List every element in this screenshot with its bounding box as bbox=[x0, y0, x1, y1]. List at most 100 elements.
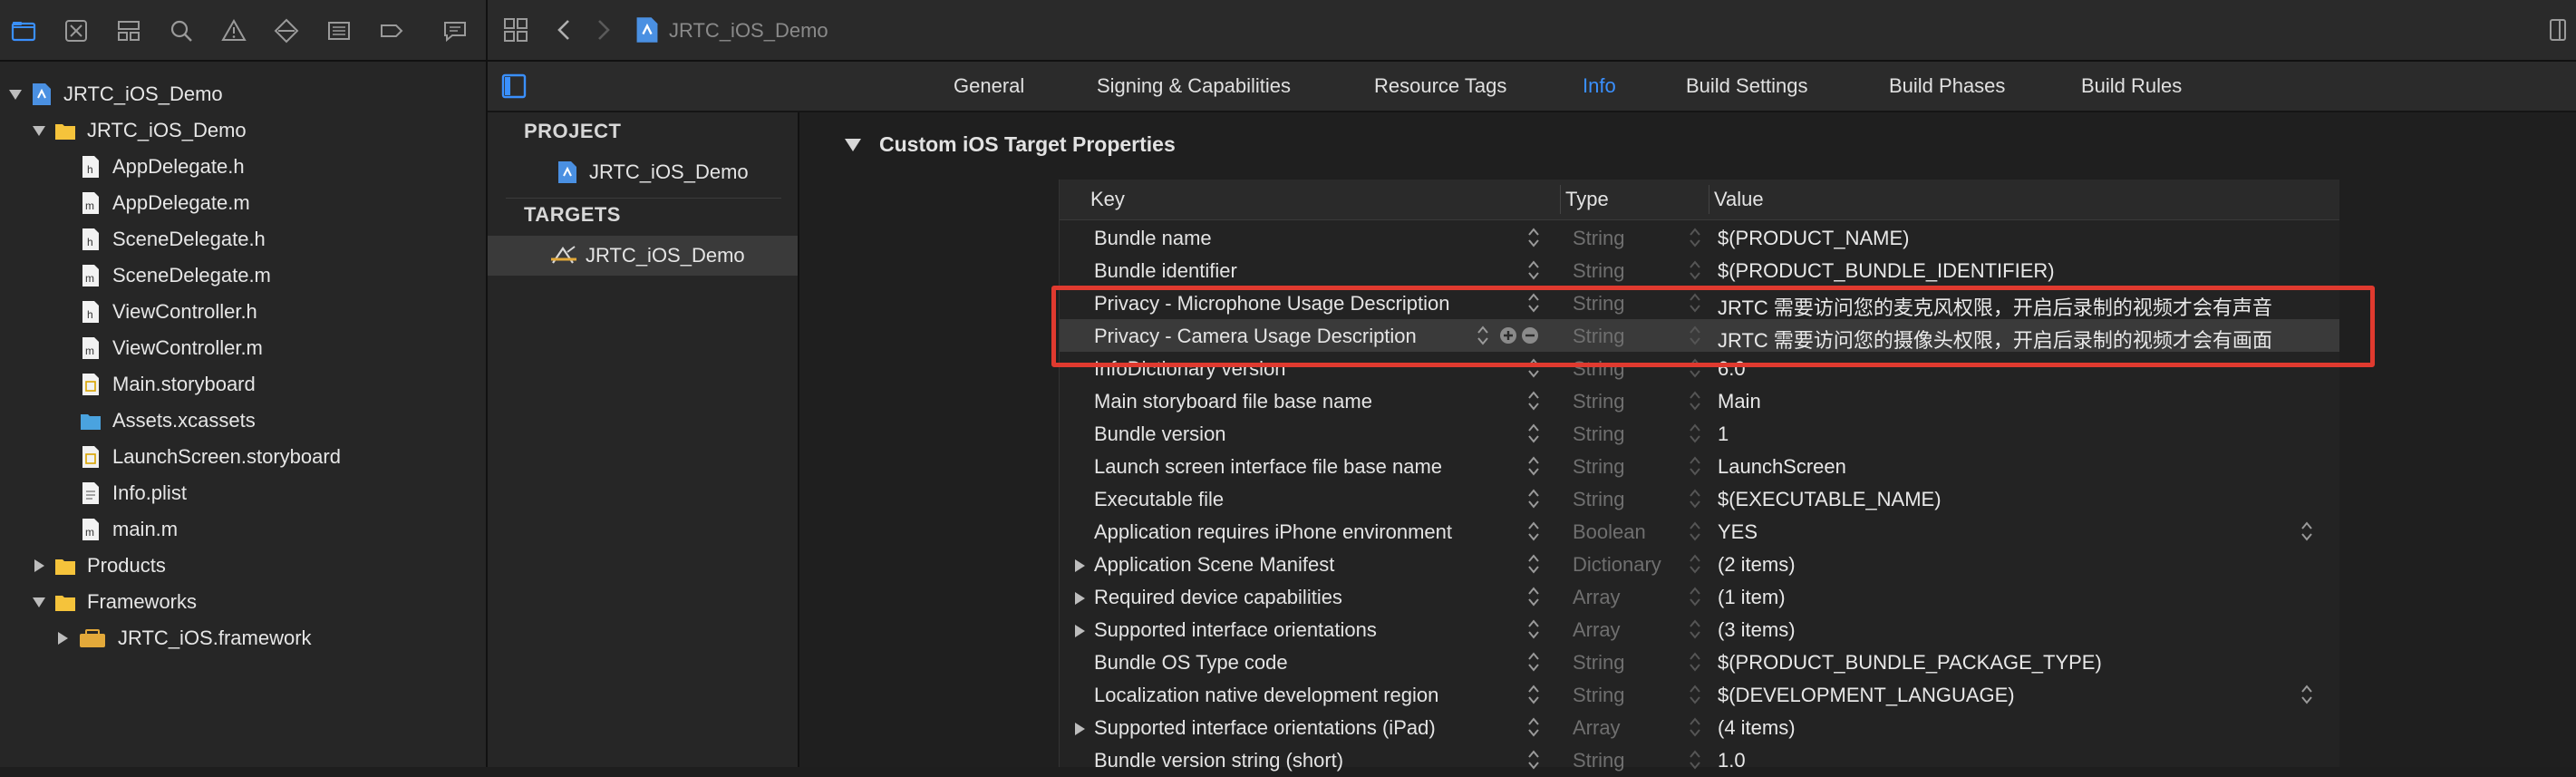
sidebar-toggle-icon[interactable] bbox=[500, 73, 528, 100]
plist-row[interactable]: Required device capabilities Array (1 item… bbox=[1060, 580, 2339, 613]
row-value[interactable]: LaunchScreen bbox=[1718, 455, 1846, 479]
tree-item-file[interactable]: h AppDelegate.h bbox=[80, 149, 245, 185]
tree-item-group[interactable]: Products bbox=[31, 548, 166, 584]
test-icon[interactable] bbox=[270, 15, 303, 47]
row-key[interactable]: Application requires iPhone environment bbox=[1094, 520, 1452, 544]
issue-icon[interactable] bbox=[218, 15, 250, 47]
plist-row[interactable]: Bundle version String 1 bbox=[1060, 417, 2339, 450]
type-stepper-icon[interactable] bbox=[1688, 389, 1702, 413]
key-stepper-icon[interactable] bbox=[1526, 422, 1541, 445]
type-stepper-icon[interactable] bbox=[1688, 748, 1702, 772]
row-value[interactable]: (3 items) bbox=[1718, 618, 1796, 642]
back-arrow-icon[interactable] bbox=[551, 16, 578, 44]
tree-item-framework[interactable]: JRTC_iOS.framework bbox=[54, 620, 312, 656]
tab-build-phases[interactable]: Build Phases bbox=[1889, 71, 2005, 102]
disclosure-closed-icon[interactable] bbox=[1072, 719, 1087, 735]
value-stepper-icon[interactable] bbox=[2300, 683, 2314, 706]
disclosure-open-icon[interactable] bbox=[31, 122, 47, 139]
custom-properties-header[interactable]: Custom iOS Target Properties bbox=[843, 132, 1176, 157]
disclosure-open-icon[interactable] bbox=[7, 86, 24, 102]
key-stepper-icon[interactable] bbox=[1526, 552, 1541, 576]
breadcrumb[interactable]: JRTC_iOS_Demo bbox=[669, 19, 828, 43]
row-value[interactable]: Main bbox=[1718, 390, 1761, 413]
key-stepper-icon[interactable] bbox=[1526, 389, 1541, 413]
key-stepper-icon[interactable] bbox=[1526, 650, 1541, 674]
key-stepper-icon[interactable] bbox=[1526, 715, 1541, 739]
folder-icon[interactable] bbox=[7, 15, 40, 47]
key-stepper-icon[interactable] bbox=[1526, 683, 1541, 706]
report-icon[interactable] bbox=[439, 15, 471, 47]
disclosure-closed-icon[interactable] bbox=[54, 630, 71, 646]
row-key[interactable]: Bundle OS Type code bbox=[1094, 651, 1288, 675]
key-stepper-icon[interactable] bbox=[1526, 748, 1541, 772]
row-key[interactable]: Supported interface orientations bbox=[1094, 618, 1377, 642]
disclosure-open-icon[interactable] bbox=[843, 136, 863, 154]
tab-resource-tags[interactable]: Resource Tags bbox=[1374, 71, 1506, 102]
key-stepper-icon[interactable] bbox=[1526, 487, 1541, 510]
type-stepper-icon[interactable] bbox=[1688, 226, 1702, 249]
plist-row[interactable]: Bundle version string (short) String 1.0 bbox=[1060, 743, 2339, 776]
tab-general[interactable]: General bbox=[954, 71, 1024, 102]
tree-item-file[interactable]: m AppDelegate.m bbox=[80, 185, 250, 221]
column-value[interactable]: Value bbox=[1714, 188, 1764, 211]
plist-row[interactable]: Localization native development region St… bbox=[1060, 678, 2339, 711]
tree-item-file[interactable]: Info.plist bbox=[80, 475, 187, 511]
plist-row[interactable]: Bundle OS Type code String $(PRODUCT_BUNDL… bbox=[1060, 646, 2339, 678]
row-type[interactable]: String bbox=[1573, 390, 1624, 413]
plist-row[interactable]: Application Scene Manifest Dictionary (2 i… bbox=[1060, 548, 2339, 580]
type-stepper-icon[interactable] bbox=[1688, 552, 1702, 576]
row-key[interactable]: Executable file bbox=[1094, 488, 1224, 511]
plist-row[interactable]: Executable file String $(EXECUTABLE_NAME) bbox=[1060, 482, 2339, 515]
row-type[interactable]: String bbox=[1573, 455, 1624, 479]
disclosure-open-icon[interactable] bbox=[31, 594, 47, 610]
disclosure-closed-icon[interactable] bbox=[1072, 621, 1087, 637]
row-value[interactable]: $(PRODUCT_BUNDLE_IDENTIFIER) bbox=[1718, 259, 2055, 283]
key-stepper-icon[interactable] bbox=[1526, 258, 1541, 282]
target-item[interactable]: JRTC_iOS_Demo bbox=[549, 238, 745, 274]
row-key[interactable]: Required device capabilities bbox=[1094, 586, 1342, 609]
type-stepper-icon[interactable] bbox=[1688, 258, 1702, 282]
debug-icon[interactable] bbox=[323, 15, 355, 47]
row-type[interactable]: String bbox=[1573, 422, 1624, 446]
tree-item-group[interactable]: Frameworks bbox=[31, 584, 197, 620]
type-stepper-icon[interactable] bbox=[1688, 585, 1702, 608]
row-value[interactable]: YES bbox=[1718, 520, 1758, 544]
tab-build-rules[interactable]: Build Rules bbox=[2081, 71, 2182, 102]
type-stepper-icon[interactable] bbox=[1688, 487, 1702, 510]
row-value[interactable]: (4 items) bbox=[1718, 716, 1796, 740]
row-key[interactable]: Bundle name bbox=[1094, 227, 1212, 250]
row-key[interactable]: Application Scene Manifest bbox=[1094, 553, 1334, 577]
tree-item-file[interactable]: Assets.xcassets bbox=[80, 403, 256, 439]
plist-row[interactable]: Main storyboard file base name String Main bbox=[1060, 384, 2339, 417]
tree-item-file[interactable]: LaunchScreen.storyboard bbox=[80, 439, 341, 475]
column-key[interactable]: Key bbox=[1090, 188, 1125, 211]
tree-item-file[interactable]: m main.m bbox=[80, 511, 178, 548]
row-value[interactable]: (2 items) bbox=[1718, 553, 1796, 577]
key-stepper-icon[interactable] bbox=[1526, 226, 1541, 249]
key-stepper-icon[interactable] bbox=[1526, 454, 1541, 478]
row-type[interactable]: String bbox=[1573, 684, 1624, 707]
row-type[interactable]: String bbox=[1573, 488, 1624, 511]
row-value[interactable]: 1.0 bbox=[1718, 749, 1746, 772]
row-value[interactable]: $(PRODUCT_NAME) bbox=[1718, 227, 1909, 250]
type-stepper-icon[interactable] bbox=[1688, 422, 1702, 445]
project-item[interactable]: JRTC_iOS_Demo bbox=[557, 154, 749, 190]
row-key[interactable]: Bundle version string (short) bbox=[1094, 749, 1343, 772]
row-key[interactable]: Bundle version bbox=[1094, 422, 1226, 446]
type-stepper-icon[interactable] bbox=[1688, 650, 1702, 674]
row-type[interactable]: String bbox=[1573, 227, 1624, 250]
forward-arrow-icon[interactable] bbox=[589, 16, 616, 44]
row-key[interactable]: Bundle identifier bbox=[1094, 259, 1237, 283]
plist-row[interactable]: Supported interface orientations Array (3 … bbox=[1060, 613, 2339, 646]
row-type[interactable]: Dictionary bbox=[1573, 553, 1661, 577]
key-stepper-icon[interactable] bbox=[1526, 520, 1541, 543]
disclosure-closed-icon[interactable] bbox=[31, 558, 47, 574]
plist-row[interactable]: Launch screen interface file base name St… bbox=[1060, 450, 2339, 482]
disclosure-closed-icon[interactable] bbox=[1072, 556, 1087, 572]
tree-item-file[interactable]: h SceneDelegate.h bbox=[80, 221, 266, 257]
row-type[interactable]: String bbox=[1573, 749, 1624, 772]
row-type[interactable]: Boolean bbox=[1573, 520, 1646, 544]
row-key[interactable]: Localization native development region bbox=[1094, 684, 1438, 707]
value-stepper-icon[interactable] bbox=[2300, 520, 2314, 543]
key-stepper-icon[interactable] bbox=[1526, 585, 1541, 608]
